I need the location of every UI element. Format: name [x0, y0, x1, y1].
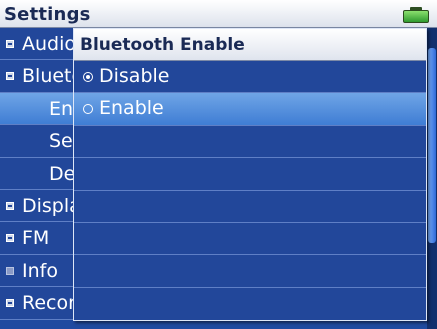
- empty-row: [74, 223, 426, 256]
- collapse-icon: [6, 72, 14, 81]
- empty-row: [74, 288, 426, 320]
- menu-item-label: Info: [22, 259, 58, 282]
- option-label: Disable: [99, 65, 170, 87]
- radio-unchecked-icon: [83, 104, 93, 115]
- empty-row: [74, 126, 426, 159]
- menu-item-label: Audio: [22, 33, 77, 55]
- scrollbar[interactable]: [427, 28, 437, 329]
- bluetooth-enable-dialog: Bluetooth Enable Disable Enable: [73, 28, 427, 321]
- option-label: Enable: [99, 97, 164, 120]
- scrollbar-thumb[interactable]: [428, 48, 436, 243]
- expand-icon: [6, 299, 14, 308]
- page-title: Settings: [4, 4, 91, 25]
- leaf-icon: [6, 266, 14, 275]
- dialog-title: Bluetooth Enable: [80, 35, 245, 55]
- empty-row: [74, 158, 426, 191]
- expand-icon: [6, 201, 14, 210]
- dialog-title-bar: Bluetooth Enable: [74, 29, 426, 61]
- empty-row: [74, 255, 426, 288]
- radio-checked-icon: [83, 72, 93, 82]
- option-disable[interactable]: Disable: [74, 61, 426, 94]
- expand-icon: [6, 234, 14, 243]
- battery-full-icon: [403, 7, 429, 23]
- option-enable[interactable]: Enable: [74, 93, 426, 126]
- settings-header: Settings: [0, 0, 437, 28]
- expand-icon: [6, 40, 14, 48]
- empty-row: [74, 191, 426, 223]
- menu-item-label: FM: [22, 227, 50, 250]
